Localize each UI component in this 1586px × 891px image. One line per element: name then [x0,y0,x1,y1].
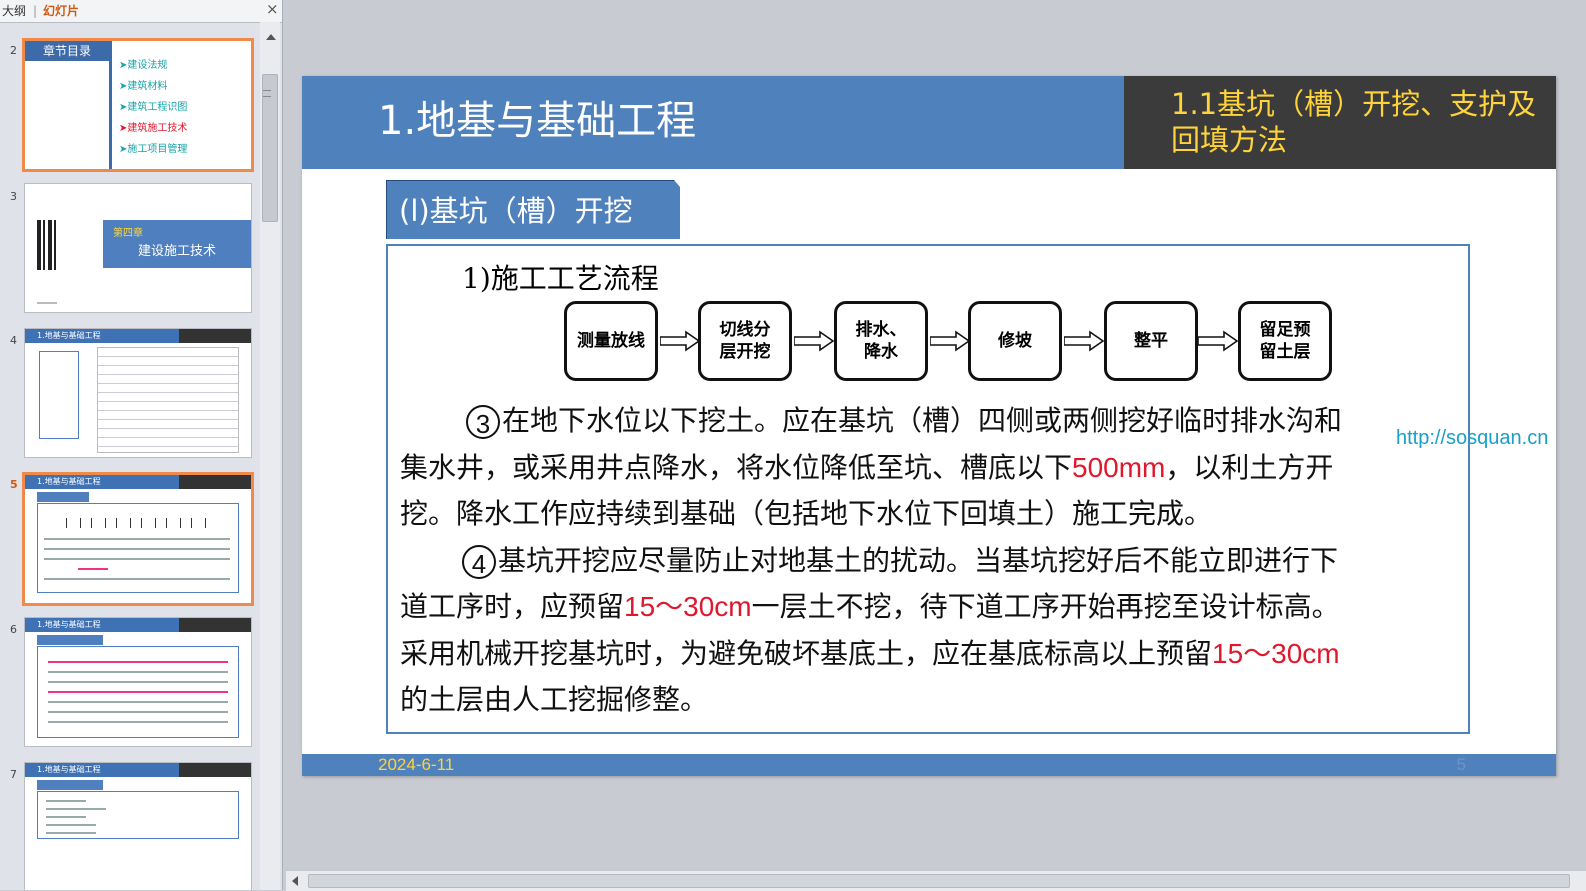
thumb-content-box [37,791,239,839]
slide-thumbnail-7[interactable]: 1.地基与基础工程 [24,762,252,890]
thumb-toc-list: ➤建设法规 ➤建筑材料 ➤建筑工程识图 ➤建筑施工技术 ➤施工项目管理 [119,55,187,160]
toc-item: ➤建筑工程识图 [119,102,188,113]
paragraph-3: 3 在地下水位以下挖土。应在基坑（槽）四侧或两侧挖好临时排水沟和 [400,398,1460,445]
scroll-up-icon[interactable] [266,34,276,40]
slide-thumbnail-6[interactable]: 1.地基与基础工程 [24,617,252,747]
thumbnail-scrollbar[interactable] [260,22,280,890]
thumb-textbox [39,351,79,439]
slide-subtitle[interactable]: 1.1基坑（槽）开挖、支护及回填方法 [1171,86,1551,158]
tab-outline[interactable]: 大纲 [2,3,26,19]
thumb-header-right [179,329,251,343]
pane-tabbar: 大纲 | 幻灯片 × [0,0,282,23]
thumb-chapter-box: 第四章 建设施工技术 [103,220,251,268]
process-step: 整平 [1104,301,1198,381]
thumb-content-box [37,646,239,738]
highlight-value: 15～30cm [1212,637,1340,669]
paragraph-line: 的土层由人工挖掘修整。 [400,683,709,716]
paragraph-4: 4 基坑开挖应尽量防止对地基土的扰动。当基坑挖好后不能立即进行下 [400,538,1460,585]
paragraph-line: 道工序时，应预留15～30cm一层土不挖，待下道工序开始再挖至设计标高。 [400,590,1340,623]
toc-item: ➤建设法规 [119,60,168,71]
thumb-header-right [179,618,251,632]
thumb-header: 1.地基与基础工程 [25,329,251,343]
thumb-header-title: 1.地基与基础工程 [37,620,101,629]
footer-date: 2024-6-11 [378,755,455,774]
thumb-header: 1.地基与基础工程 [25,618,251,632]
thumb-header-title: 1.地基与基础工程 [37,477,101,486]
thumb-section-tag [37,780,103,790]
title-bar: 1.地基与基础工程 [302,76,1124,169]
thumb-table [97,347,239,453]
thumb-title: 建设施工技术 [138,244,217,259]
slide-number-current: 5 [10,478,18,491]
circled-number: 4 [462,544,496,579]
thumb-title: 章节目录 [25,41,109,61]
thumb-header: 1.地基与基础工程 [25,475,251,489]
flow-arrow-icon [930,330,970,352]
flow-arrow-icon [1198,330,1238,352]
thumb-sidebar: 章节目录 [25,41,112,169]
scroll-left-icon[interactable] [292,876,298,886]
tab-separator: | [33,4,38,18]
slide-thumbnail-4[interactable]: 1.地基与基础工程 [24,328,252,458]
tab-slides[interactable]: 幻灯片 [43,3,79,19]
slides-pane: 大纲 | 幻灯片 × 2 章节目录 ➤建设法规 ➤建筑材料 ➤建筑工程识图 ➤建… [0,0,283,890]
footer-bar: 2024-6-11 5 [302,754,1556,776]
toc-item-current: ➤建筑施工技术 [119,123,188,134]
thumb-header-title: 1.地基与基础工程 [37,331,101,340]
slide-number: 3 [10,190,17,203]
thumb-header: 1.地基与基础工程 [25,763,251,777]
thumb-decoration [37,220,59,270]
thumb-content-box [37,503,239,593]
process-step: 切线分 层开挖 [698,301,792,381]
horizontal-scrollbar[interactable] [286,870,1586,891]
paragraph-line: 集水井，或采用井点降水，将水位降低至坑、槽底以下500mm，以利土方开 [400,450,1334,484]
process-step: 修坡 [968,301,1062,381]
thumb-header-right [179,475,251,489]
close-icon[interactable]: × [266,1,279,17]
slide-thumbnail-2[interactable]: 章节目录 ➤建设法规 ➤建筑材料 ➤建筑工程识图 ➤建筑施工技术 ➤施工项目管理 [22,38,254,172]
watermark-url: http://sosquan.cn [1396,427,1549,449]
flow-arrow-icon [660,330,700,352]
slide-thumbnail-5[interactable]: 1.地基与基础工程 [22,472,254,606]
thumb-header-title: 1.地基与基础工程 [37,765,101,774]
toc-item: ➤建筑材料 [119,81,168,92]
flow-arrow-icon [1064,330,1104,352]
footer-page-number: 5 [1456,755,1466,774]
toc-item: ➤施工项目管理 [119,144,188,155]
subtitle-box: 1.1基坑（槽）开挖、支护及回填方法 [1124,76,1556,169]
process-step: 测量放线 [564,301,658,381]
slide-number: 4 [10,334,17,347]
thumb-header-right [179,763,251,777]
flow-arrow-icon [794,330,834,352]
highlight-value: 15～30cm [624,591,752,622]
thumb-chapter: 第四章 [113,228,143,239]
slide-title[interactable]: 1.地基与基础工程 [378,96,696,146]
process-step: 留足预 留土层 [1238,301,1332,381]
slide-thumbnail-3[interactable]: 第四章 建设施工技术 [24,183,252,313]
thumb-section-tag [37,635,103,645]
thumb-section-tag [37,492,89,502]
slide-canvas[interactable]: 1.地基与基础工程 1.1基坑（槽）开挖、支护及回填方法 (l)基坑（槽）开挖 … [302,76,1556,776]
body-text[interactable]: 3 在地下水位以下挖土。应在基坑（槽）四侧或两侧挖好临时排水沟和 集水井，或采用井… [400,398,1460,724]
section-tag[interactable]: (l)基坑（槽）开挖 [386,180,680,239]
slide-number: 2 [10,44,17,57]
scrollbar-grip-icon [263,90,271,97]
paragraph-line: 采用机械开挖基坑时，为避免破坏基底土，应在基底标高以上预留15～30cm [400,636,1340,670]
thumb-footer [37,302,57,304]
circled-number: 3 [466,405,500,439]
slide-number: 6 [10,623,17,636]
process-step: 排水、 降水 [834,301,928,381]
slide-thumbnail-list: 2 章节目录 ➤建设法规 ➤建筑材料 ➤建筑工程识图 ➤建筑施工技术 ➤施工项目… [0,22,260,890]
paragraph-line: 挖。降水工作应持续到基础（包括地下水位下回填土）施工完成。 [400,497,1213,530]
content-box[interactable]: 1)施工工艺流程 测量放线 切线分 层开挖 排水、 降水 修坡 整平 留足预 留… [386,244,1470,734]
step-heading: 1)施工工艺流程 [462,262,659,295]
scrollbar-thumb[interactable] [308,874,1570,888]
highlight-value: 500mm [1072,451,1166,483]
section-tag-text: (l)基坑（槽）开挖 [399,194,633,228]
slide-number: 7 [10,768,17,781]
